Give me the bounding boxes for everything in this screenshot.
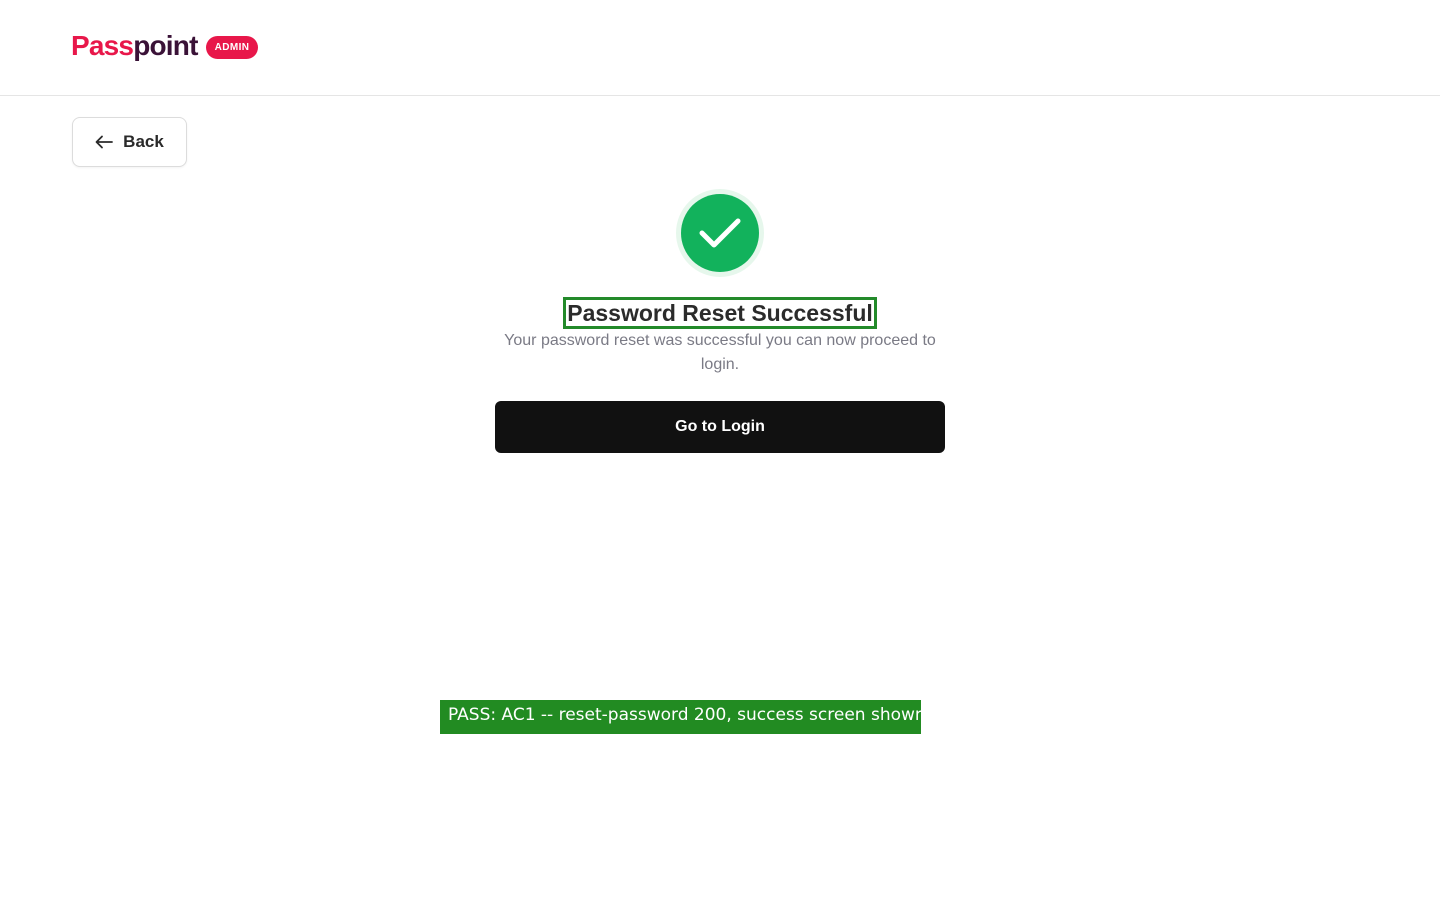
success-message: Your password reset was successful you c… (504, 332, 936, 373)
test-result-banner: PASS: AC1 -- reset-password 200, success… (440, 700, 921, 734)
arrow-left-icon (95, 135, 114, 149)
passpoint-logo[interactable]: Pass point ADMIN (71, 28, 259, 64)
logo-point-text: point (133, 30, 198, 61)
check-circle-icon (676, 189, 764, 277)
page: Pass point ADMIN Back Password Reset Succ… (0, 0, 1440, 900)
back-button-label: Back (123, 132, 164, 151)
app-header: Pass point ADMIN (0, 0, 1440, 96)
title-container: Password Reset Successful (0, 297, 1440, 329)
go-to-login-button[interactable]: Go to Login (495, 401, 945, 453)
check-circle-fill (681, 194, 759, 272)
admin-badge: ADMIN (205, 35, 259, 59)
logo-wordmark: Pass point (71, 28, 198, 64)
back-button[interactable]: Back (72, 117, 187, 167)
page-title: Password Reset Successful (563, 297, 877, 329)
checkmark-icon (699, 218, 741, 248)
logo-pass-text: Pass (71, 30, 134, 61)
